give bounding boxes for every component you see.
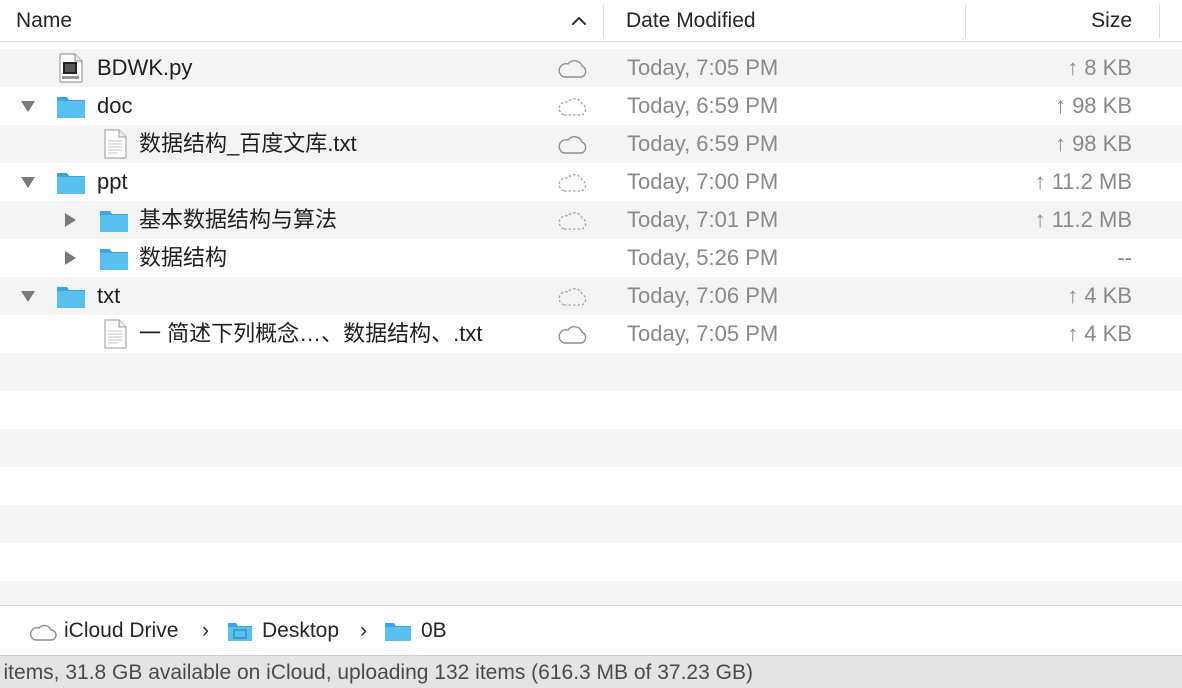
path-item-desktop[interactable]: Desktop: [262, 606, 339, 656]
path-bar: iCloud Drive › Desktop › 0B: [0, 605, 1182, 655]
file-size: --: [1117, 245, 1132, 270]
text-file-icon: [104, 319, 127, 349]
column-header: Name Date Modified Size: [0, 0, 1182, 42]
desktop-folder-icon: [228, 623, 252, 641]
file-size: ↑ 8 KB: [1067, 55, 1132, 80]
date-modified: Today, 6:59 PM: [627, 93, 779, 118]
file-row-bdwk-py[interactable]: BDWK.py Today, 7:05 PM ↑ 8 KB: [0, 49, 1182, 87]
date-modified: Today, 6:59 PM: [627, 131, 779, 156]
disclosure-collapsed-icon[interactable]: [62, 250, 78, 266]
sort-ascending-icon[interactable]: [570, 12, 588, 30]
folder-icon: [57, 287, 85, 308]
path-item-icloud-drive[interactable]: iCloud Drive: [64, 606, 178, 656]
python-file-icon: [59, 53, 83, 83]
empty-row: [0, 505, 1182, 543]
size-column-header[interactable]: Size: [966, 0, 1160, 42]
disclosure-expanded-icon[interactable]: [20, 98, 36, 114]
file-size: ↑ 11.2 MB: [1034, 169, 1132, 194]
file-list: BDWK.py Today, 7:05 PM ↑ 8 KB doc Today,…: [0, 43, 1182, 605]
cloud-dashed-icon: [558, 212, 587, 230]
file-row-txt-concepts[interactable]: 一 简述下列概念…、数据结构、.txt Today, 7:05 PM ↑ 4 K…: [0, 315, 1182, 353]
empty-row: [0, 581, 1182, 605]
file-size: ↑ 98 KB: [1054, 93, 1132, 118]
empty-row: [0, 543, 1182, 581]
file-size: ↑ 4 KB: [1067, 283, 1132, 308]
folder-row-algorithms[interactable]: 基本数据结构与算法 Today, 7:01 PM ↑ 11.2 MB: [0, 201, 1182, 239]
folder-icon: [100, 249, 128, 270]
file-size: ↑ 4 KB: [1067, 321, 1132, 346]
date-modified: Today, 7:01 PM: [627, 207, 779, 232]
folder-name: 数据结构: [139, 245, 228, 270]
name-column-label: Name: [16, 9, 73, 32]
file-name: BDWK.py: [97, 55, 193, 80]
date-modified: Today, 7:05 PM: [627, 55, 779, 80]
date-modified: Today, 7:05 PM: [627, 321, 779, 346]
path-separator: ›: [202, 619, 209, 642]
cloud-dashed-icon: [558, 288, 587, 306]
folder-icon: [100, 211, 128, 232]
path-item-0b[interactable]: 0B: [421, 606, 447, 656]
file-size: ↑ 11.2 MB: [1034, 207, 1132, 232]
folder-name: doc: [97, 93, 133, 118]
text-file-icon: [104, 129, 127, 159]
disclosure-expanded-icon[interactable]: [20, 288, 36, 304]
cloud-icon: [558, 326, 587, 344]
folder-row-data-structures[interactable]: 数据结构 Today, 5:26 PM --: [0, 239, 1182, 277]
date-modified: Today, 5:26 PM: [627, 245, 779, 270]
folder-row-doc[interactable]: doc Today, 6:59 PM ↑ 98 KB: [0, 87, 1182, 125]
size-column-label: Size: [1091, 9, 1132, 32]
status-bar: 8 items, 31.8 GB available on iCloud, up…: [0, 655, 1182, 688]
empty-row: [0, 429, 1182, 467]
cloud-icon: [558, 136, 587, 154]
folder-name: txt: [97, 283, 121, 308]
date-modified-column-header[interactable]: Date Modified: [604, 0, 964, 42]
date-modified: Today, 7:00 PM: [627, 169, 779, 194]
file-size: ↑ 98 KB: [1054, 131, 1132, 156]
date-column-label: Date Modified: [626, 9, 756, 32]
path-separator: ›: [360, 619, 367, 642]
folder-icon: [57, 97, 85, 118]
disclosure-expanded-icon[interactable]: [20, 174, 36, 190]
file-row-txt-doc[interactable]: 数据结构_百度文库.txt Today, 6:59 PM ↑ 98 KB: [0, 125, 1182, 163]
date-modified: Today, 7:06 PM: [627, 283, 779, 308]
empty-row: [0, 353, 1182, 391]
status-text: 8 items, 31.8 GB available on iCloud, up…: [0, 661, 753, 684]
cloud-dashed-icon: [558, 174, 587, 192]
file-name: 数据结构_百度文库.txt: [139, 131, 357, 156]
icloud-icon: [29, 624, 57, 641]
empty-row: [0, 467, 1182, 505]
cloud-icon: [558, 60, 587, 78]
folder-icon: [385, 623, 411, 641]
folder-name: 基本数据结构与算法: [139, 207, 338, 232]
finder-window: Name Date Modified Size BDWK.py Today, 7…: [0, 0, 1182, 688]
folder-row-ppt[interactable]: ppt Today, 7:00 PM ↑ 11.2 MB: [0, 163, 1182, 201]
folder-row-txt[interactable]: txt Today, 7:06 PM ↑ 4 KB: [0, 277, 1182, 315]
disclosure-collapsed-icon[interactable]: [62, 212, 78, 228]
folder-name: ppt: [97, 169, 128, 194]
empty-row: [0, 391, 1182, 429]
name-column-header[interactable]: Name: [0, 0, 603, 42]
file-name: 一 简述下列概念…、数据结构、.txt: [139, 321, 483, 346]
folder-icon: [57, 173, 85, 194]
extra-column-header[interactable]: [1160, 0, 1182, 42]
cloud-dashed-icon: [558, 98, 587, 116]
